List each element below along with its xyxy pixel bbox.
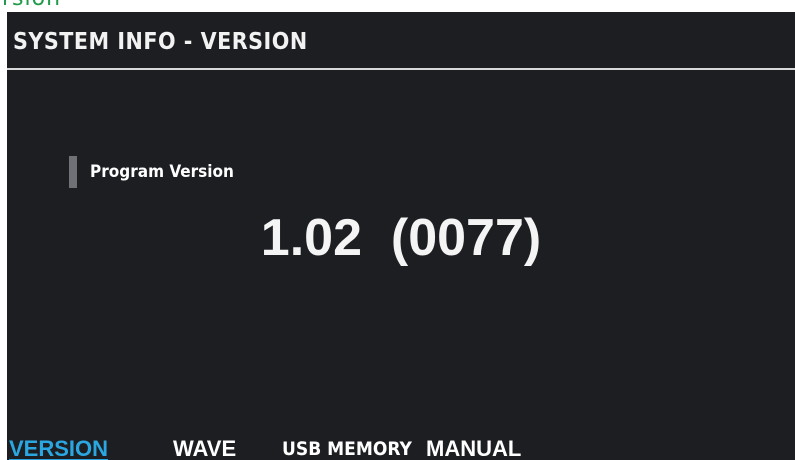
tab-wave[interactable]: WAVE xyxy=(173,436,236,460)
cropped-caption-fragment: rsion xyxy=(0,0,70,12)
page: rsion SYSTEM INFO - VERSION Program Vers… xyxy=(0,0,795,460)
field-marker-bar xyxy=(69,156,77,188)
page-title: SYSTEM INFO - VERSION xyxy=(13,29,308,55)
title-bar: SYSTEM INFO - VERSION xyxy=(7,12,795,70)
tab-version[interactable]: VERSION xyxy=(9,436,108,460)
tab-bar: VERSION WAVE USB MEMORY MANUAL xyxy=(7,436,795,460)
device-screen: SYSTEM INFO - VERSION Program Version 1.… xyxy=(7,12,795,460)
program-version-value: 1.02 (0077) xyxy=(260,209,542,267)
tab-usb-memory[interactable]: USB MEMORY xyxy=(282,438,412,460)
program-version-label: Program Version xyxy=(90,162,234,182)
cropped-caption-text: rsion xyxy=(2,0,61,11)
tab-manual[interactable]: MANUAL xyxy=(426,436,521,460)
